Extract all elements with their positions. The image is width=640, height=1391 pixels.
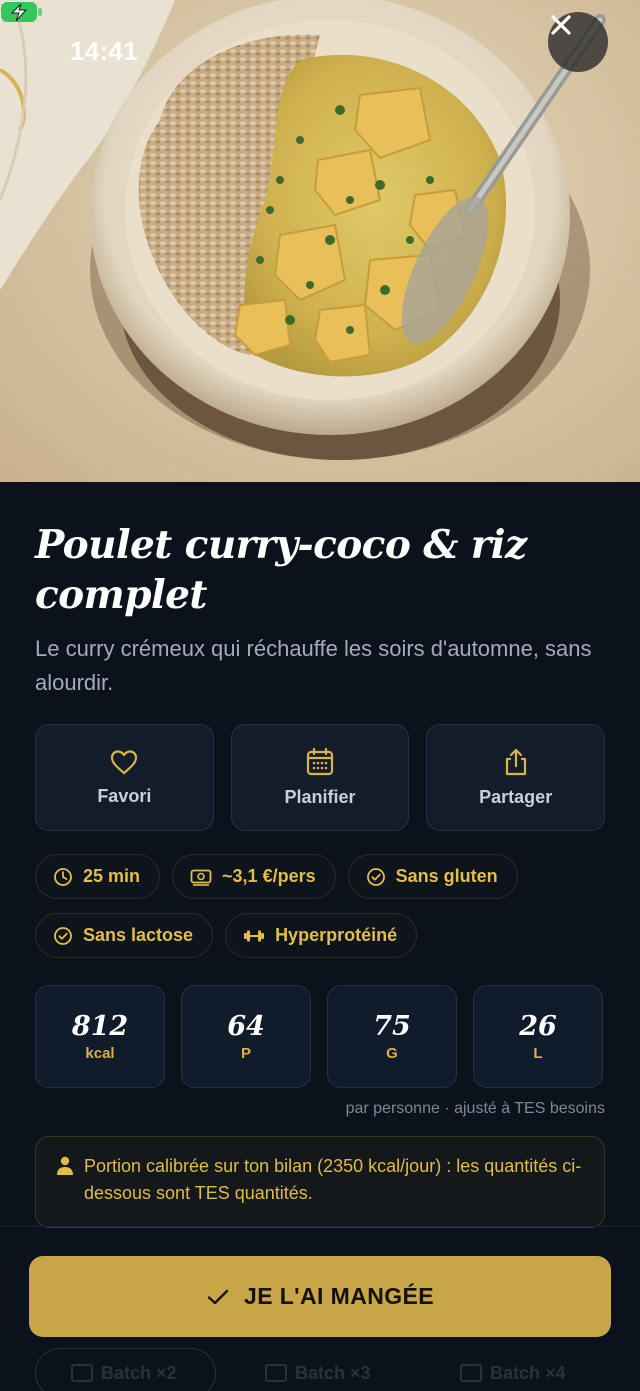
status-bar: 14:41 <box>0 0 640 100</box>
recipe-tags: 25 min ~3,1 €/pers Sans gluten Sans lact… <box>35 854 615 958</box>
tag-cost-label: ~3,1 €/pers <box>222 866 316 886</box>
recipe-subtitle: Le curry crémeux qui réchauffe les soirs… <box>35 636 592 695</box>
macros-grid: 812 kcal 64 P 75 G 26 L <box>35 985 605 1088</box>
batch-x3-button[interactable]: Batch ×3 <box>265 1348 371 1391</box>
batch-x2-button[interactable]: Batch ×2 <box>35 1348 216 1391</box>
batch-x4-label: Batch ×4 <box>490 1362 566 1383</box>
plan-label: Planifier <box>284 787 356 807</box>
recipe-hero-image: 14:41 <box>0 0 640 482</box>
action-buttons: Favori Planifier Partager <box>35 724 606 831</box>
eaten-button-label: JE L'AI MANGÉE <box>244 1283 434 1309</box>
macro-calories-unit: kcal <box>85 1045 115 1062</box>
heart-icon <box>111 750 138 775</box>
macro-calories-value: 812 <box>71 1011 129 1042</box>
macro-protein: 64 P <box>181 985 311 1088</box>
share-icon <box>505 748 526 776</box>
calendar-icon <box>265 1364 287 1382</box>
user-icon <box>57 1156 73 1175</box>
share-button[interactable]: Partager <box>426 724 606 831</box>
tag-high-protein-label: Hyperprotéiné <box>275 925 398 945</box>
tag-duration-label: 25 min <box>83 866 141 886</box>
batch-x2-label: Batch ×2 <box>101 1362 177 1383</box>
tag-duration: 25 min <box>35 854 161 899</box>
battery-charging-icon <box>1 2 42 22</box>
check-circle-icon <box>54 926 72 945</box>
macro-calories: 812 kcal <box>35 985 165 1088</box>
tag-gluten-free: Sans gluten <box>347 854 518 899</box>
share-label: Partager <box>479 787 553 807</box>
macro-fat: 26 L <box>473 985 603 1088</box>
favorite-button[interactable]: Favori <box>35 724 214 831</box>
macro-fat-unit: L <box>533 1045 543 1062</box>
dumbbell-icon <box>244 930 265 941</box>
macro-carbs: 75 G <box>327 985 457 1088</box>
clock-icon <box>54 867 72 886</box>
batch-x3-label: Batch ×3 <box>295 1362 371 1383</box>
tag-lactose-free-label: Sans lactose <box>83 925 194 945</box>
calendar-icon <box>460 1364 482 1382</box>
check-circle-icon <box>366 867 385 886</box>
macro-carbs-value: 75 <box>373 1011 411 1042</box>
recipe-title: Poulet curry-coco & riz complet <box>35 522 527 618</box>
divider <box>0 1226 640 1227</box>
calendar-icon <box>306 747 334 776</box>
macro-carbs-unit: G <box>386 1045 398 1062</box>
favorite-label: Favori <box>97 786 152 806</box>
tag-high-protein: Hyperprotéiné <box>225 913 418 958</box>
status-time: 14:41 <box>70 36 138 66</box>
tag-lactose-free: Sans lactose <box>35 913 214 958</box>
plan-button[interactable]: Planifier <box>230 724 410 831</box>
eaten-button[interactable]: JE L'AI MANGÉE <box>29 1256 611 1337</box>
macro-protein-unit: P <box>240 1045 251 1062</box>
calendar-icon <box>71 1364 93 1382</box>
macro-fat-value: 26 <box>519 1011 557 1042</box>
portion-info-text: Portion calibrée sur ton bilan (2350 kca… <box>84 1156 582 1203</box>
checkmark-icon <box>207 1289 229 1304</box>
tag-gluten-free-label: Sans gluten <box>395 866 498 886</box>
macros-note: par personne · ajusté à TES besoins <box>345 1100 605 1117</box>
batch-x4-button[interactable]: Batch ×4 <box>460 1348 566 1391</box>
recipe-detail: Poulet curry-coco & riz complet Le curry… <box>0 482 640 1391</box>
money-icon <box>190 869 212 886</box>
tag-cost: ~3,1 €/pers <box>172 854 336 899</box>
macro-protein-value: 64 <box>227 1011 265 1042</box>
close-icon <box>551 15 571 35</box>
close-button[interactable] <box>548 12 608 72</box>
portion-info-card: Portion calibrée sur ton bilan (2350 kca… <box>35 1136 605 1228</box>
